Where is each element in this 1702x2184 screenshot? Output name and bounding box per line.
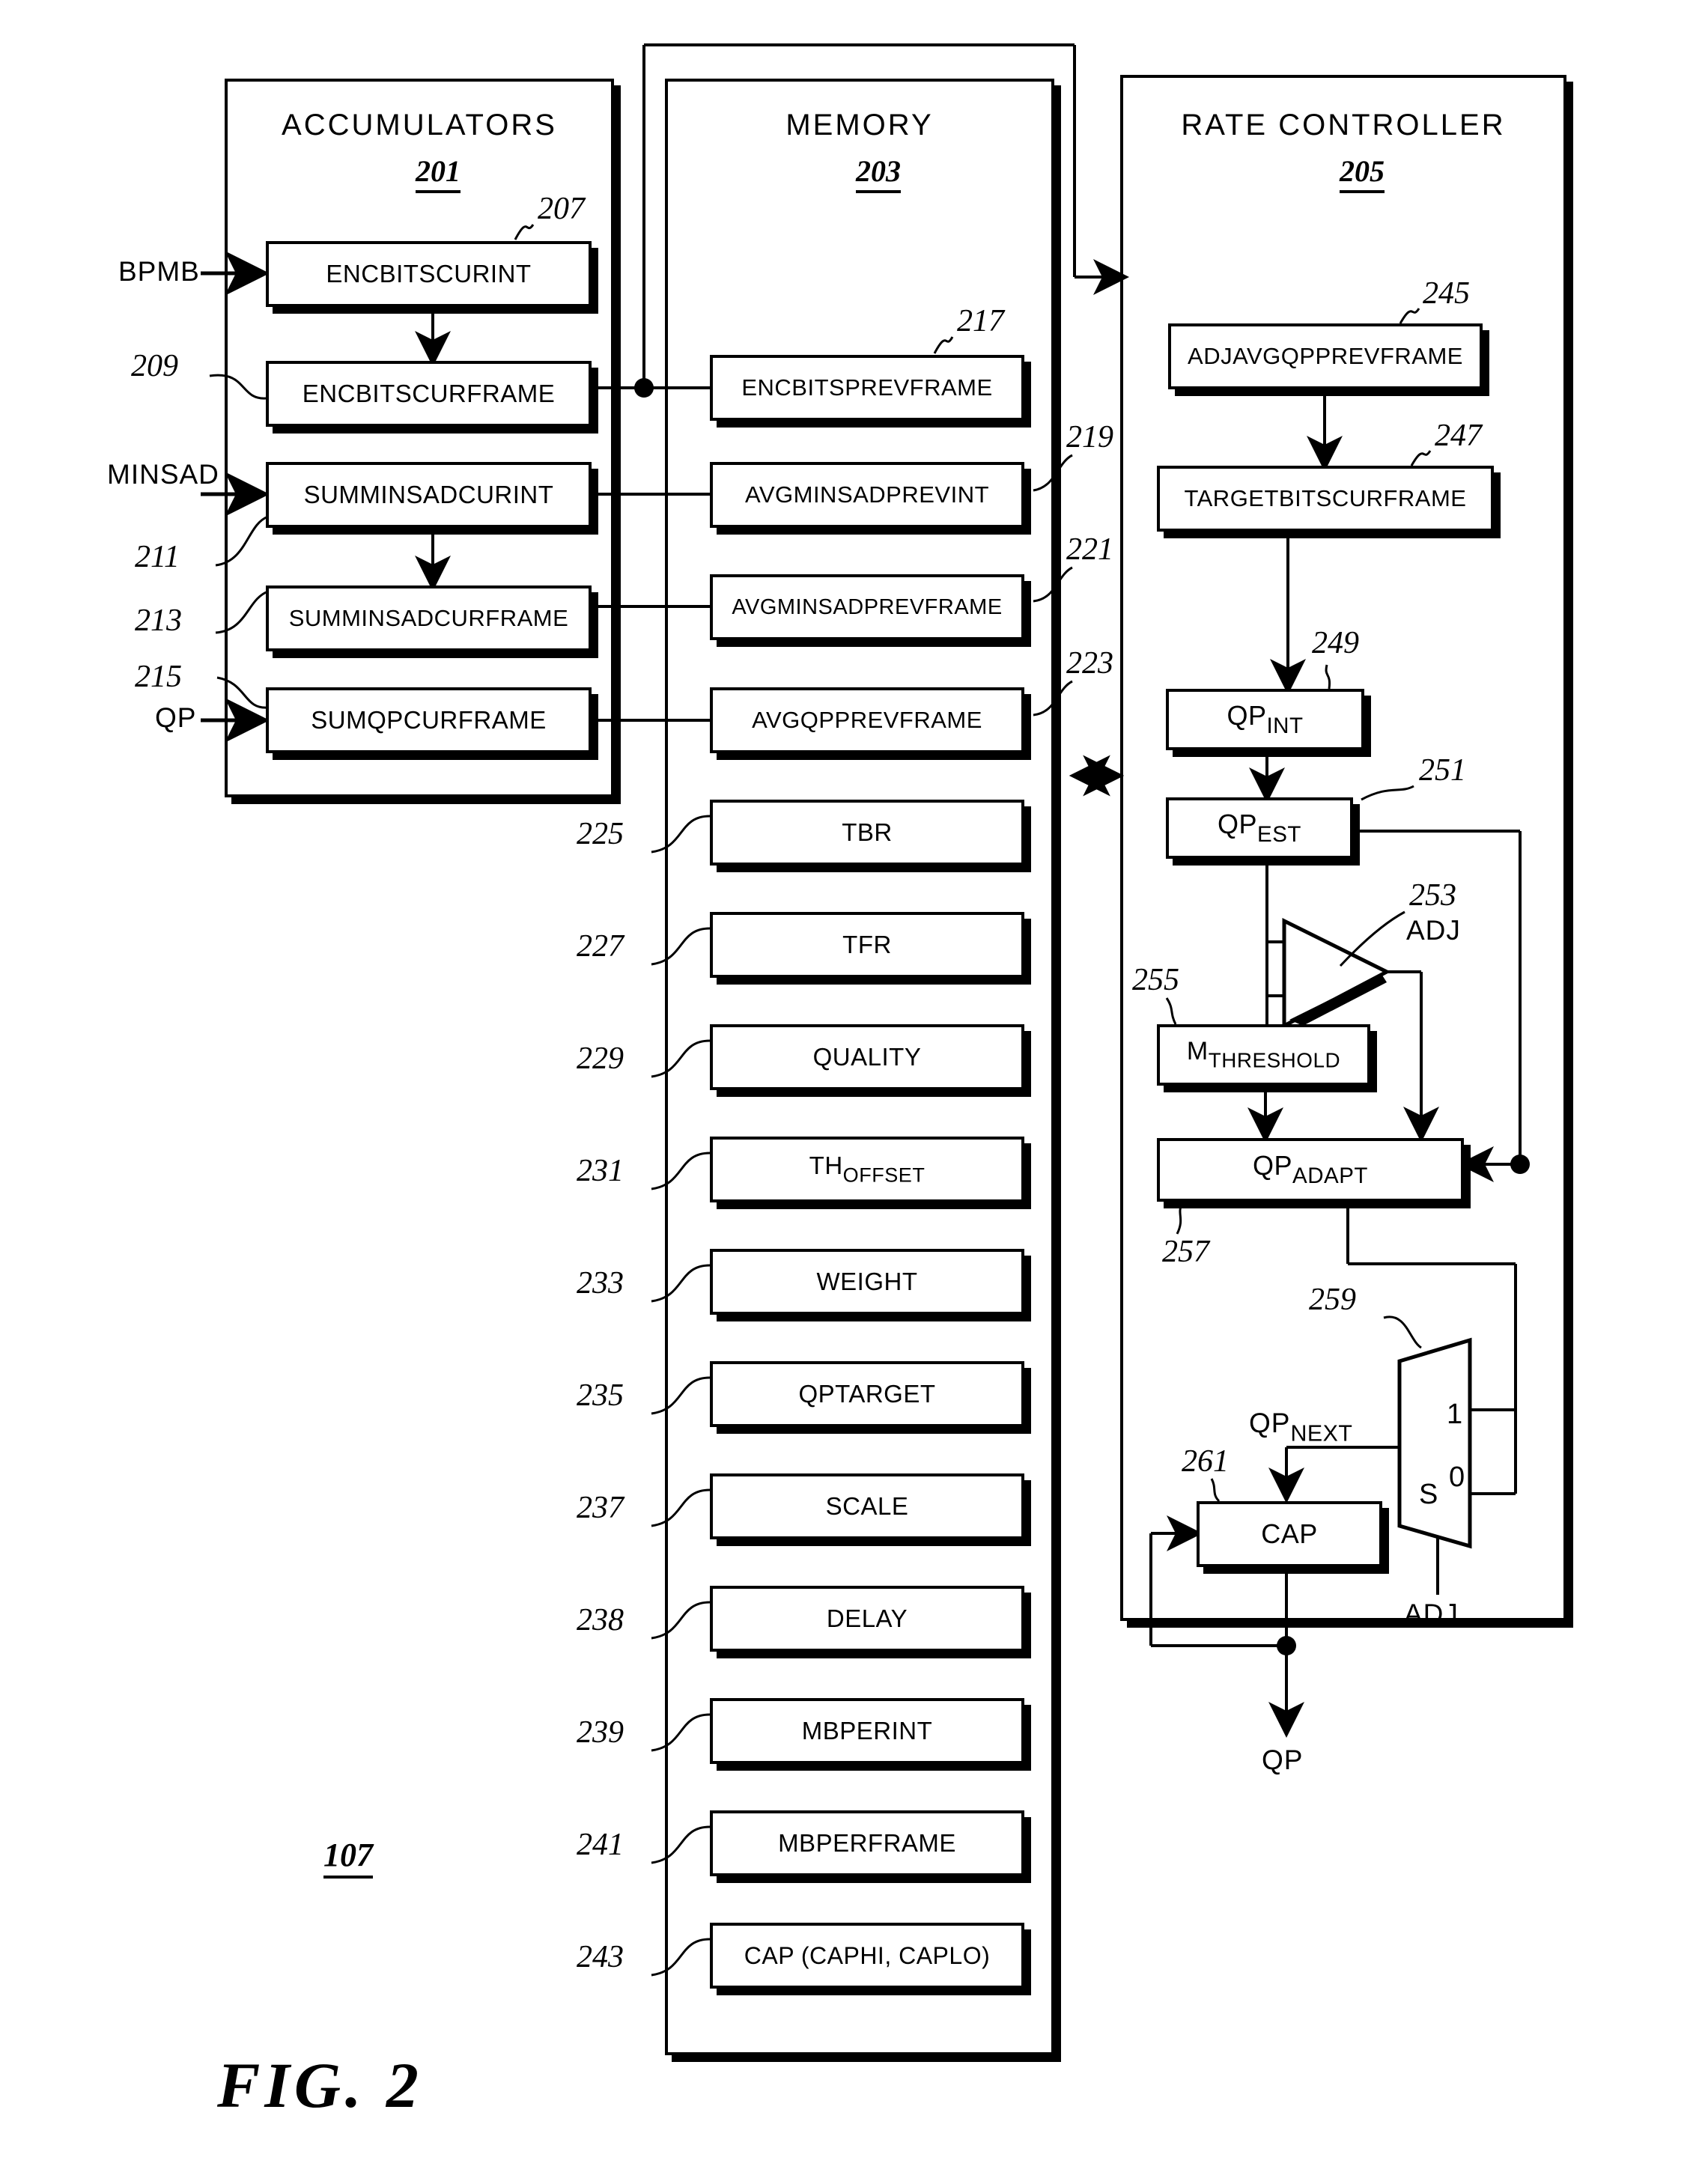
label-adj-mux: ADJ (1404, 1599, 1459, 1629)
system-ref-107: 107 (323, 1836, 373, 1879)
figure-label: FIG. 2 (217, 2049, 423, 2121)
label-qp-next: QPNEXT (1249, 1408, 1353, 1447)
signal-qp-output: QP (1262, 1745, 1304, 1775)
mux-select-label: S (1419, 1479, 1439, 1510)
mux-input-1-label: 1 (1447, 1399, 1464, 1430)
mux-input-0-label: 0 (1449, 1461, 1466, 1493)
patent-figure-2: ACCUMULATORS 201 MEMORY 203 RATE CONTROL… (0, 0, 1702, 2184)
leader-261 (1210, 1478, 1221, 1503)
